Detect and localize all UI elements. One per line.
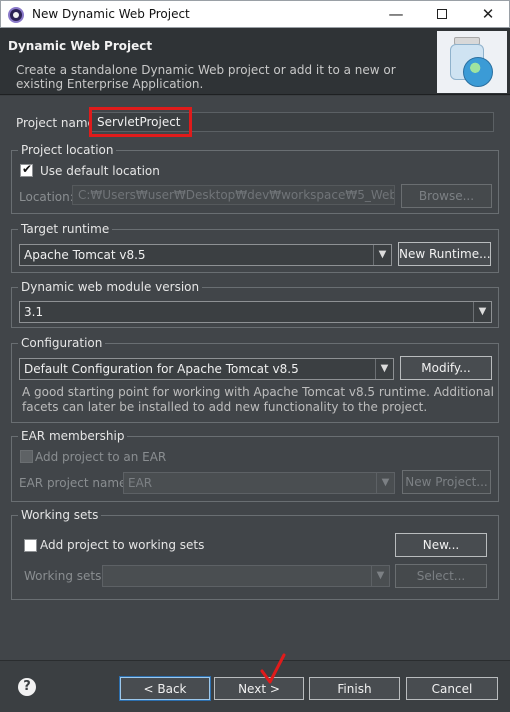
window-titlebar: New Dynamic Web Project — ✕ (0, 0, 510, 28)
configuration-group-label: Configuration (18, 336, 106, 350)
wizard-header: Dynamic Web Project Create a standalone … (0, 28, 510, 95)
close-button[interactable]: ✕ (465, 1, 510, 27)
select-working-sets-button[interactable]: Select... (395, 564, 487, 588)
globe-icon (463, 57, 493, 87)
chevron-down-icon: ▼ (371, 566, 389, 586)
target-runtime-value: Apache Tomcat v8.5 (24, 248, 146, 262)
working-sets-group-label: Working sets (18, 508, 102, 522)
working-sets-label: Working sets: (24, 569, 106, 583)
new-runtime-button[interactable]: New Runtime... (398, 242, 491, 266)
wizard-title: Dynamic Web Project (8, 39, 153, 53)
module-version-select[interactable]: 3.1 ▼ (19, 301, 492, 323)
maximize-button[interactable] (419, 1, 465, 27)
web-project-jar-icon (437, 31, 507, 93)
window-title: New Dynamic Web Project (32, 7, 190, 21)
cancel-button[interactable]: Cancel (406, 677, 498, 700)
chevron-down-icon: ▼ (376, 473, 394, 493)
add-to-ear-label: Add project to an EAR (35, 450, 167, 464)
chevron-down-icon: ▼ (473, 302, 491, 322)
ear-project-name-label: EAR project name: (19, 476, 131, 490)
maximize-icon (437, 9, 447, 19)
chevron-down-icon: ▼ (373, 245, 391, 265)
project-name-highlight-box (89, 107, 192, 137)
new-ear-project-button[interactable]: New Project... (402, 470, 491, 494)
add-to-working-sets-checkbox[interactable] (24, 539, 37, 552)
location-label: Location: (19, 190, 74, 204)
ear-project-select[interactable]: EAR ▼ (123, 472, 395, 494)
back-button[interactable]: < Back (119, 676, 211, 701)
module-version-group-label: Dynamic web module version (18, 280, 203, 294)
browse-button[interactable]: Browse... (401, 184, 492, 208)
location-input[interactable]: C:₩Users₩user₩Desktop₩dev₩workspace₩5_We… (72, 185, 395, 205)
project-name-label: Project name: (16, 116, 99, 130)
configuration-help-text: A good starting point for working with A… (22, 385, 494, 414)
chevron-down-icon: ▼ (375, 359, 393, 379)
wizard-description: Create a standalone Dynamic Web project … (16, 63, 396, 91)
add-to-working-sets-label[interactable]: Add project to working sets (40, 538, 204, 552)
configuration-value: Default Configuration for Apache Tomcat … (24, 362, 299, 376)
minimize-button[interactable]: — (373, 1, 419, 27)
modify-button[interactable]: Modify... (400, 356, 492, 380)
use-default-location-checkbox[interactable] (20, 162, 33, 177)
eclipse-app-icon (8, 7, 24, 23)
new-working-set-button[interactable]: New... (395, 533, 487, 557)
ear-membership-group-label: EAR membership (18, 429, 128, 443)
wizard-footer: ? < Back Next > Finish Cancel (0, 660, 510, 712)
configuration-select[interactable]: Default Configuration for Apache Tomcat … (19, 358, 394, 380)
use-default-location-label[interactable]: Use default location (40, 164, 160, 178)
ear-project-value: EAR (128, 476, 153, 490)
project-location-group-label: Project location (18, 143, 117, 157)
finish-button[interactable]: Finish (309, 677, 400, 700)
working-sets-select[interactable]: ▼ (102, 565, 390, 587)
help-icon[interactable]: ? (18, 678, 36, 696)
target-runtime-group-label: Target runtime (18, 222, 113, 236)
target-runtime-select[interactable]: Apache Tomcat v8.5 ▼ (19, 244, 392, 266)
red-checkmark-annotation (260, 653, 286, 684)
add-to-ear-checkbox[interactable] (20, 450, 33, 463)
module-version-value: 3.1 (24, 305, 44, 319)
